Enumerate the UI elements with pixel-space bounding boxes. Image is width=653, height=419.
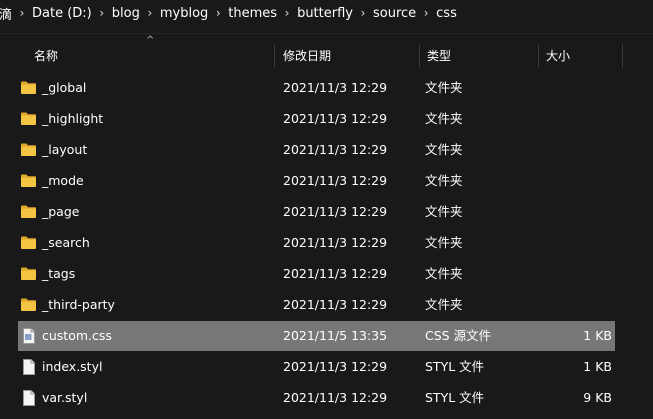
chevron-right-icon[interactable]: › (143, 6, 157, 20)
folder-icon (20, 204, 37, 219)
file-row[interactable]: custom.css 2021/11/5 13:35 CSS 源文件 1 KB (18, 321, 615, 351)
chevron-right-icon[interactable]: › (95, 6, 109, 20)
file-type: 文件夹 (425, 266, 463, 281)
file-date-modified: 2021/11/3 12:29 (283, 142, 388, 157)
column-header: ^ 名称 修改日期 类型 大小 (0, 35, 653, 72)
column-divider[interactable] (538, 44, 539, 68)
file-name: _page (42, 204, 80, 219)
file-name: _global (42, 80, 87, 95)
file-row[interactable]: _tags 2021/11/3 12:29 文件夹 (18, 259, 615, 289)
file-row[interactable]: _mode 2021/11/3 12:29 文件夹 (18, 166, 615, 196)
breadcrumb-item-label: butterfly (297, 5, 353, 21)
breadcrumb-item-label: Date (D:) (32, 5, 92, 21)
column-size[interactable]: 大小 (546, 40, 570, 72)
file-date-modified: 2021/11/3 12:29 (283, 266, 388, 281)
file-date-modified: 2021/11/3 12:29 (283, 173, 388, 188)
sort-ascending-icon: ^ (146, 35, 155, 46)
chevron-right-icon[interactable]: › (15, 6, 29, 20)
folder-icon (20, 173, 37, 188)
file-name: var.styl (42, 390, 88, 405)
breadcrumb-item-label: myblog (159, 5, 209, 21)
breadcrumb-item[interactable]: Date (D:) (29, 0, 95, 26)
file-row[interactable]: _third-party 2021/11/3 12:29 文件夹 (18, 290, 615, 320)
file-date-modified: 2021/11/3 12:29 (283, 111, 388, 126)
file-name: _mode (42, 173, 84, 188)
chevron-right-icon[interactable]: › (419, 6, 433, 20)
breadcrumb: 滴 › Date (D:) › blog › myblog › themes › butterf… (0, 0, 460, 26)
file-type: 文件夹 (425, 80, 463, 95)
file-date-modified: 2021/11/3 12:29 (283, 359, 388, 374)
breadcrumb-lead[interactable]: 滴 (0, 0, 15, 26)
breadcrumb-item-label: css (436, 5, 457, 21)
file-row[interactable]: _page 2021/11/3 12:29 文件夹 (18, 197, 615, 227)
file-name: _third-party (42, 297, 115, 312)
chevron-right-icon[interactable]: › (280, 6, 294, 20)
file-size: 1 KB (583, 328, 612, 343)
file-name: _tags (42, 266, 76, 281)
address-bar[interactable]: 滴 › Date (D:) › blog › myblog › themes › butterf… (0, 0, 653, 26)
folder-icon (20, 297, 37, 312)
column-divider[interactable] (419, 44, 420, 68)
folder-icon (20, 235, 37, 250)
column-name[interactable]: 名称 (34, 40, 58, 72)
breadcrumb-item-label: source (372, 5, 417, 21)
breadcrumb-item[interactable]: myblog (157, 0, 211, 26)
folder-icon (20, 80, 37, 95)
css-file-icon (22, 328, 36, 344)
breadcrumb-item[interactable]: blog (109, 0, 143, 26)
folder-icon (20, 142, 37, 157)
file-date-modified: 2021/11/5 13:35 (283, 328, 388, 343)
file-name: custom.css (42, 328, 112, 343)
file-row[interactable]: _search 2021/11/3 12:29 文件夹 (18, 228, 615, 258)
address-divider (0, 33, 653, 34)
file-type: 文件夹 (425, 297, 463, 312)
file-type: STYL 文件 (425, 390, 485, 405)
breadcrumb-item[interactable]: butterfly (294, 0, 356, 26)
column-type[interactable]: 类型 (427, 40, 451, 72)
chevron-right-icon[interactable]: › (211, 6, 225, 20)
breadcrumb-item-label: blog (111, 5, 140, 21)
file-date-modified: 2021/11/3 12:29 (283, 204, 388, 219)
file-date-modified: 2021/11/3 12:29 (283, 390, 388, 405)
file-type: CSS 源文件 (425, 328, 492, 343)
breadcrumb-items: Date (D:) › blog › myblog › themes › butterfly › s… (29, 0, 460, 26)
file-type: 文件夹 (425, 111, 463, 126)
folder-icon (20, 266, 37, 281)
file-date-modified: 2021/11/3 12:29 (283, 297, 388, 312)
file-row[interactable]: index.styl 2021/11/3 12:29 STYL 文件 1 KB (18, 352, 615, 382)
file-row[interactable]: _highlight 2021/11/3 12:29 文件夹 (18, 104, 615, 134)
file-type: 文件夹 (425, 173, 463, 188)
file-type: 文件夹 (425, 142, 463, 157)
file-type: 文件夹 (425, 204, 463, 219)
file-icon (22, 390, 36, 406)
breadcrumb-item[interactable]: themes (225, 0, 280, 26)
file-size: 9 KB (583, 390, 612, 405)
file-name: _layout (42, 142, 88, 157)
file-row[interactable]: _layout 2021/11/3 12:29 文件夹 (18, 135, 615, 165)
file-icon (22, 359, 36, 375)
file-name: index.styl (42, 359, 103, 374)
file-name: _highlight (42, 111, 104, 126)
file-date-modified: 2021/11/3 12:29 (283, 235, 388, 250)
breadcrumb-item[interactable]: css (433, 0, 460, 26)
breadcrumb-item-label: themes (228, 5, 278, 21)
column-divider[interactable] (274, 44, 275, 68)
file-date-modified: 2021/11/3 12:29 (283, 80, 388, 95)
file-name: _search (42, 235, 90, 250)
chevron-right-icon[interactable]: › (356, 6, 370, 20)
file-type: STYL 文件 (425, 359, 485, 374)
breadcrumb-lead-label: 滴 (0, 7, 13, 23)
column-divider[interactable] (622, 44, 623, 68)
column-date[interactable]: 修改日期 (283, 40, 331, 72)
folder-icon (20, 111, 37, 126)
file-row[interactable]: var.styl 2021/11/3 12:29 STYL 文件 9 KB (18, 383, 615, 413)
file-row[interactable]: _global 2021/11/3 12:29 文件夹 (18, 73, 615, 103)
file-size: 1 KB (583, 359, 612, 374)
file-type: 文件夹 (425, 235, 463, 250)
breadcrumb-item[interactable]: source (370, 0, 419, 26)
